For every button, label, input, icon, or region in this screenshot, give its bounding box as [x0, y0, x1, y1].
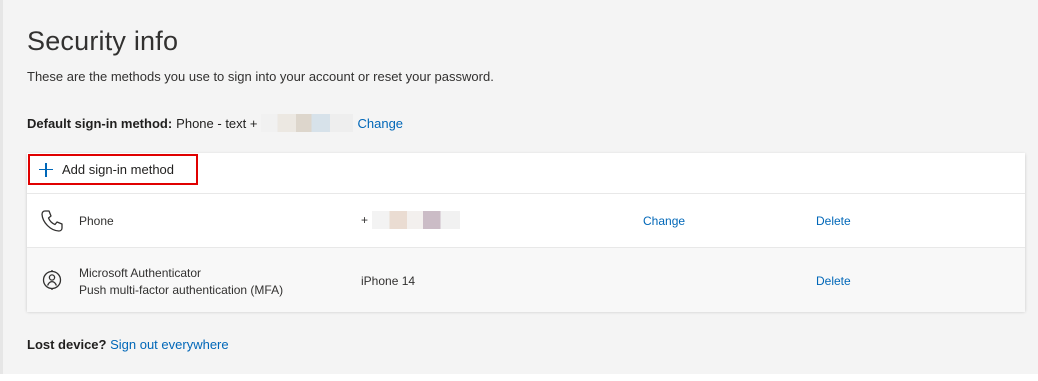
delete-authenticator-link[interactable]: Delete	[816, 274, 851, 288]
lost-device-line: Lost device? Sign out everywhere	[27, 337, 229, 352]
default-method-line: Default sign-in method: Phone - text + C…	[27, 114, 403, 132]
page-title: Security info	[27, 26, 179, 56]
left-edge-divider	[0, 0, 3, 381]
authenticator-icon	[39, 267, 65, 293]
delete-phone-link[interactable]: Delete	[816, 214, 851, 228]
method-detail-prefix: +	[361, 213, 369, 227]
redacted-phone-number	[372, 211, 461, 229]
redacted-phone-number	[261, 114, 354, 132]
methods-card: Add sign-in method Phone + Change Delete	[27, 153, 1025, 312]
change-default-method-link[interactable]: Change	[357, 116, 403, 131]
bottom-band	[0, 374, 1038, 381]
method-detail: iPhone 14	[361, 274, 416, 288]
add-sign-in-method-button[interactable]: Add sign-in method	[28, 154, 198, 185]
lost-device-label: Lost device?	[27, 337, 107, 352]
phone-icon	[39, 208, 65, 234]
method-detail: +	[361, 211, 461, 229]
default-method-label: Default sign-in method:	[27, 115, 173, 131]
method-name: Microsoft Authenticator	[79, 266, 202, 280]
method-description: Push multi-factor authentication (MFA)	[79, 283, 284, 297]
method-row-phone: Phone + Change Delete	[27, 193, 1025, 247]
method-name: Phone	[79, 214, 114, 228]
security-info-page: Security info These are the methods you …	[0, 0, 1038, 381]
add-sign-in-method-label: Add sign-in method	[62, 162, 175, 177]
change-phone-link[interactable]: Change	[643, 214, 685, 228]
page-subtitle: These are the methods you use to sign in…	[27, 69, 494, 84]
sign-out-everywhere-link[interactable]: Sign out everywhere	[110, 337, 229, 352]
plus-icon	[39, 162, 53, 177]
method-row-authenticator: Microsoft Authenticator Push multi-facto…	[27, 247, 1025, 312]
default-method-value: Phone - text +	[176, 115, 258, 131]
